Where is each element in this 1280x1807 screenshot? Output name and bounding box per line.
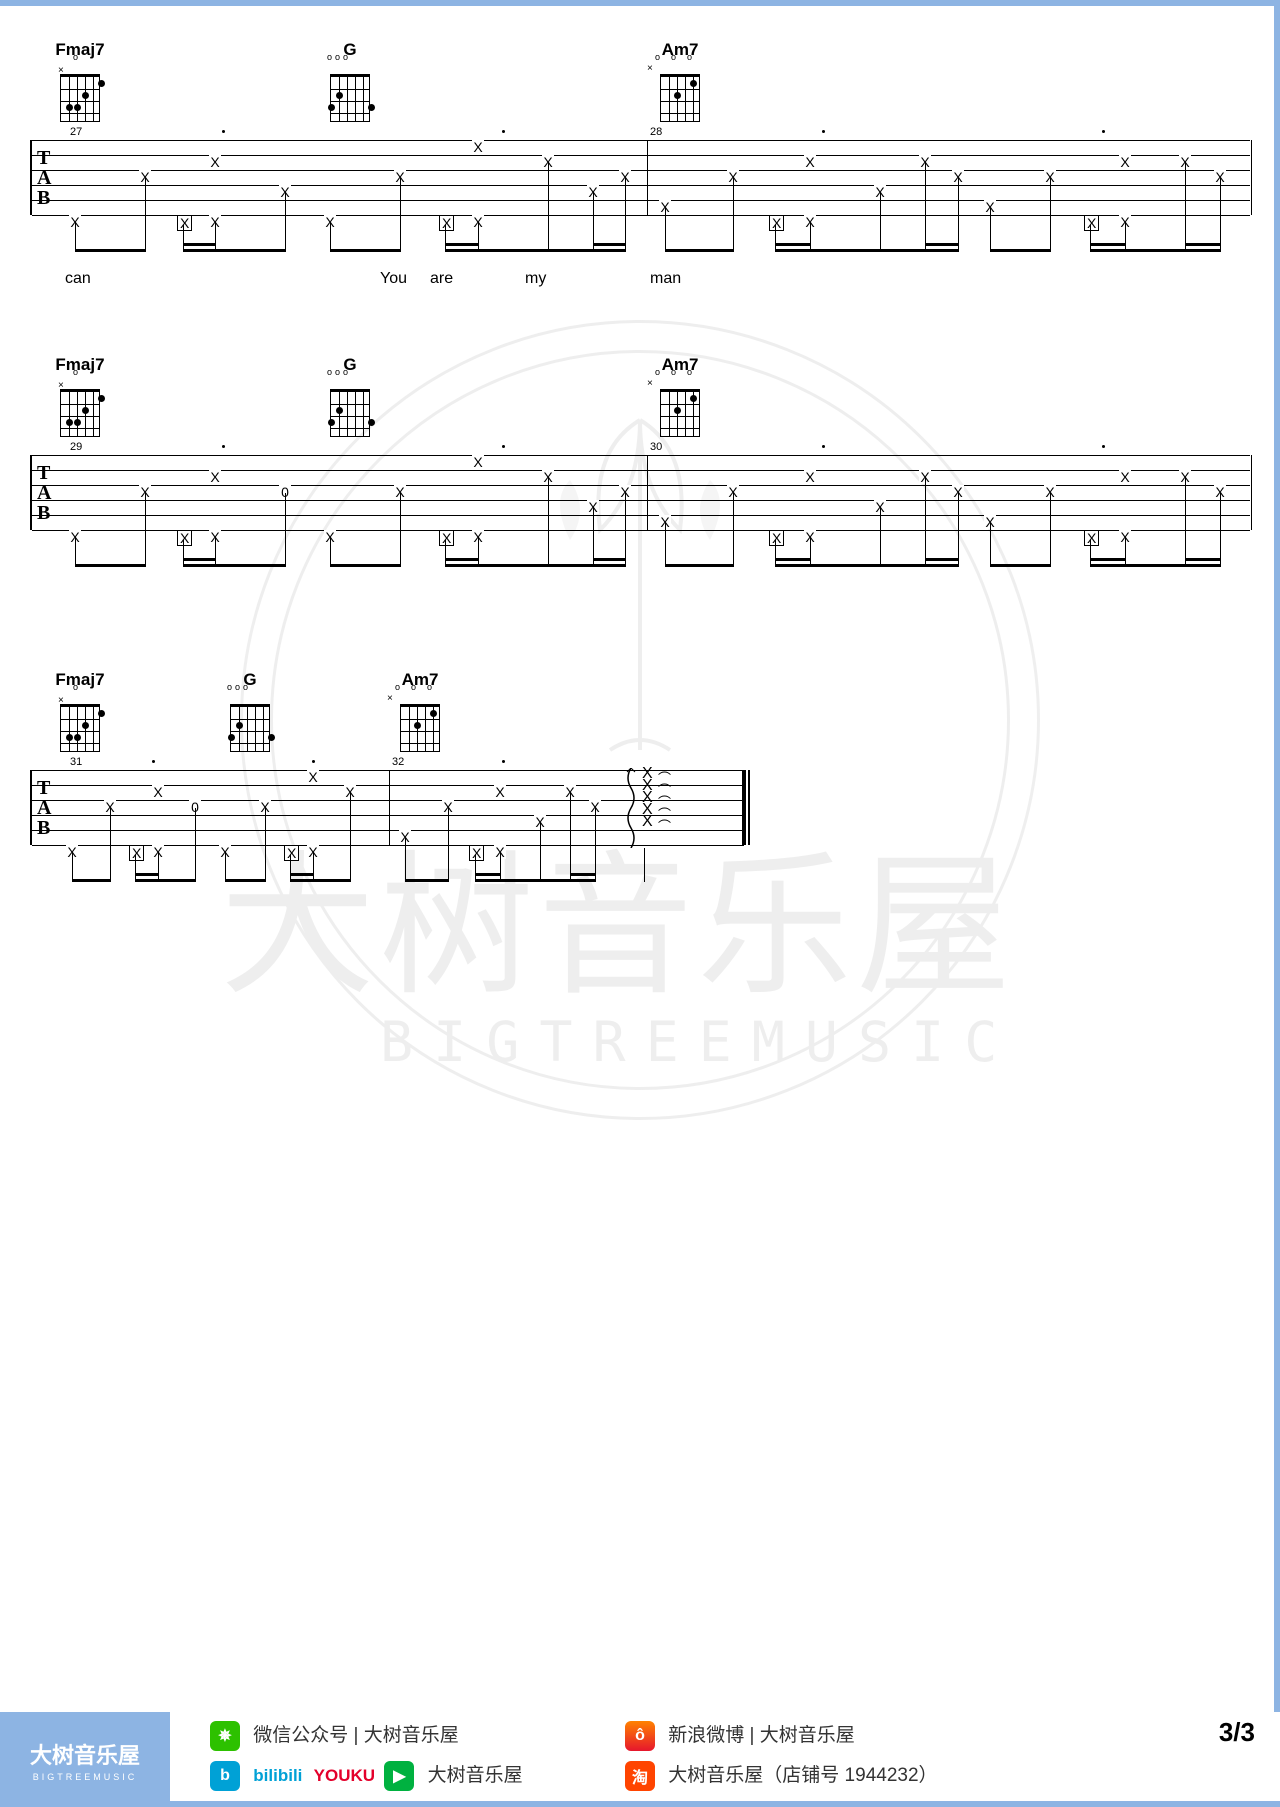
chord-g: G ooo	[320, 40, 380, 127]
tab-clef: TAB	[37, 463, 51, 523]
chord-am7: Am7 ×ooo	[650, 40, 710, 127]
footer-weibo: ô 新浪微博 | 大树音乐屋	[625, 1720, 855, 1751]
lyric: man	[650, 270, 681, 288]
page-footer: 大树音乐屋 BIGTREEMUSIC ✵ 微信公众号 | 大树音乐屋 b bil…	[0, 1712, 1280, 1807]
footer-wechat: ✵ 微信公众号 | 大树音乐屋	[210, 1720, 459, 1751]
tab-content: Fmaj7 o × G ooo Am7 ×ooo	[30, 50, 1250, 870]
page-number: 3/3	[1219, 1717, 1255, 1748]
tab-staff: TAB 27 28	[30, 140, 1250, 215]
bar-number: 27	[70, 126, 82, 138]
lyric: my	[525, 270, 546, 288]
tab-clef: TAB	[37, 778, 51, 838]
taobao-icon: 淘	[625, 1761, 655, 1791]
tab-clef: TAB	[37, 148, 51, 208]
chord-am7: Am7 ×ooo	[650, 355, 710, 442]
chord-fmaj7: Fmaj7 o ×	[50, 355, 110, 442]
wechat-icon: ✵	[210, 1721, 240, 1751]
arpeggio-icon	[625, 768, 637, 848]
footer-bilibili-youku: b bilibili YOUKU ▶ 大树音乐屋	[210, 1760, 523, 1791]
lyric: can	[65, 270, 91, 288]
footer-brand: 大树音乐屋 BIGTREEMUSIC	[0, 1712, 170, 1807]
fermata-parens: ⌒⌒⌒⌒⌒	[658, 773, 671, 833]
tab-staff: TAB 29 30	[30, 455, 1250, 530]
chord-am7: Am7 ×ooo	[390, 670, 450, 757]
footer-taobao: 淘 大树音乐屋（店铺号 1944232）	[625, 1760, 938, 1791]
tab-system-1: Fmaj7 o × G ooo Am7 ×ooo	[30, 50, 1250, 240]
bar-number: 29	[70, 441, 82, 453]
bar-number: 30	[650, 441, 662, 453]
chord-fmaj7: Fmaj7 o ×	[50, 670, 110, 757]
tab-system-2: Fmaj7 o × G ooo Am7 ×ooo TAB 29 30	[30, 365, 1250, 555]
lyric: are	[430, 270, 453, 288]
bilibili-icon: b	[210, 1761, 240, 1791]
tab-system-3: Fmaj7 o × G ooo Am7 ×ooo TAB 31 32	[30, 680, 1250, 870]
bar-number: 31	[70, 756, 82, 768]
chord-fmaj7: Fmaj7 o ×	[50, 40, 110, 127]
bar-number: 32	[392, 756, 404, 768]
final-strum-chord: XXXXX	[642, 768, 651, 828]
youku-icon: ▶	[384, 1761, 414, 1791]
bar-number: 28	[650, 126, 662, 138]
weibo-icon: ô	[625, 1721, 655, 1751]
lyric: You	[380, 270, 407, 288]
chord-g: G ooo	[320, 355, 380, 442]
chord-g: G ooo	[220, 670, 280, 757]
